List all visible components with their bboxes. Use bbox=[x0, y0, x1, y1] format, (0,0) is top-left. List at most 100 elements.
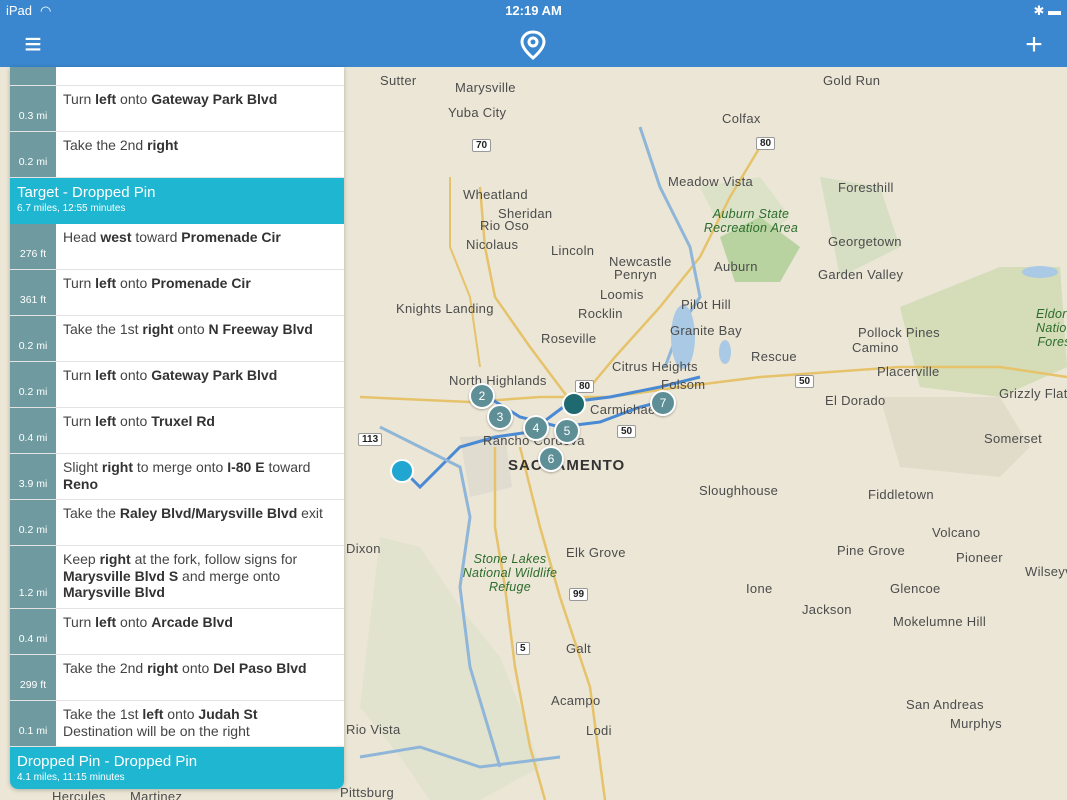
step-instruction: Turn left onto Gateway Park Blvd bbox=[56, 362, 277, 407]
direction-step[interactable]: 0.4 mi Turn left onto Truxel Rd bbox=[10, 408, 344, 454]
instruction-keyword: right bbox=[142, 321, 174, 337]
place-label: Pilot Hill bbox=[681, 297, 731, 312]
instruction-keyword: left bbox=[95, 614, 117, 630]
step-instruction: Take the 2nd right onto Del Paso Blvd bbox=[56, 655, 307, 700]
instruction-text: Take the 1st bbox=[63, 321, 143, 337]
step-distance: 0.4 mi bbox=[10, 408, 56, 453]
route-section-header[interactable]: Dropped Pin - Dropped Pin 4.1 miles, 11:… bbox=[10, 747, 344, 789]
place-label: Camino bbox=[852, 340, 899, 355]
directions-panel[interactable]: 0.3 mi Turn left onto Gateway Park Blvd 0.… bbox=[10, 67, 344, 789]
direction-step[interactable]: 361 ft Turn left onto Promenade Cir bbox=[10, 270, 344, 316]
instruction-text: Take the 2nd bbox=[63, 660, 148, 676]
place-label: Meadow Vista bbox=[668, 174, 754, 189]
direction-step[interactable]: 0.2 mi Take the 2nd right bbox=[10, 132, 344, 178]
highway-shield: 70 bbox=[472, 139, 492, 152]
step-instruction: Head west toward Promenade Cir bbox=[56, 224, 281, 269]
map-pin-logo-icon[interactable] bbox=[516, 28, 550, 62]
instruction-keyword: Gateway Park Blvd bbox=[151, 91, 278, 107]
instruction-keyword: left bbox=[95, 91, 117, 107]
route-stop-marker[interactable]: 6 bbox=[538, 446, 564, 472]
instruction-keyword: right bbox=[147, 660, 179, 676]
route-stop-marker[interactable]: 7 bbox=[650, 390, 676, 416]
instruction-keyword: Truxel Rd bbox=[151, 413, 215, 429]
instruction-keyword: right bbox=[147, 137, 179, 153]
direction-step[interactable]: 0.1 mi Take the 1st left onto Judah St Des… bbox=[10, 701, 344, 747]
direction-step[interactable]: 0.2 mi Take the 1st right onto N Freeway … bbox=[10, 316, 344, 362]
instruction-text: Turn bbox=[63, 614, 96, 630]
instruction-text: onto bbox=[116, 367, 152, 383]
direction-step[interactable]: 0.2 mi Take the Raley Blvd/Marysville Blv… bbox=[10, 500, 344, 546]
step-instruction: Slight right to merge onto I-80 E toward… bbox=[56, 454, 344, 499]
step-instruction: Keep right at the fork, follow signs for… bbox=[56, 546, 344, 608]
instruction-keyword: left bbox=[142, 706, 164, 722]
direction-step[interactable]: 0.4 mi Turn left onto Arcade Blvd bbox=[10, 609, 344, 655]
place-label: Rescue bbox=[751, 349, 797, 364]
step-instruction: Take the 2nd right bbox=[56, 132, 178, 177]
place-label: Carmichael bbox=[590, 402, 659, 417]
place-label: Gold Run bbox=[823, 73, 881, 88]
park-label: Stone Lakes National Wildlife Refuge bbox=[462, 552, 558, 594]
instruction-text: Head bbox=[63, 229, 101, 245]
plus-icon[interactable]: + bbox=[1017, 28, 1051, 62]
instruction-keyword: Del Paso Blvd bbox=[213, 660, 307, 676]
step-instruction: Turn left onto Arcade Blvd bbox=[56, 609, 233, 654]
route-stop-marker[interactable]: 3 bbox=[487, 404, 513, 430]
step-distance: 1.2 mi bbox=[10, 546, 56, 608]
instruction-text: Turn bbox=[63, 275, 96, 291]
place-label: Elk Grove bbox=[566, 545, 626, 560]
section-subtitle: 4.1 miles, 11:15 minutes bbox=[17, 772, 125, 783]
place-label: Garden Valley bbox=[818, 267, 904, 282]
place-label: San Andreas bbox=[906, 697, 984, 712]
route-stop-marker[interactable]: 4 bbox=[523, 415, 549, 441]
place-label: Yuba City bbox=[448, 105, 507, 120]
step-distance: 299 ft bbox=[10, 655, 56, 700]
menu-icon[interactable]: ≡ bbox=[16, 28, 50, 62]
step-distance: 276 ft bbox=[10, 224, 56, 269]
place-label: Auburn bbox=[714, 259, 758, 274]
instruction-text: onto bbox=[163, 706, 199, 722]
direction-step[interactable]: 299 ft Take the 2nd right onto Del Paso B… bbox=[10, 655, 344, 701]
place-label: Acampo bbox=[551, 693, 601, 708]
route-stop-marker[interactable]: 5 bbox=[554, 418, 580, 444]
instruction-text: Turn bbox=[63, 413, 96, 429]
place-label: Sloughhouse bbox=[699, 483, 779, 498]
direction-step[interactable]: 0.2 mi Turn left onto Gateway Park Blvd bbox=[10, 362, 344, 408]
direction-step[interactable]: 1.2 mi Keep right at the fork, follow sig… bbox=[10, 546, 344, 609]
instruction-keyword: Marysville Blvd S bbox=[63, 567, 179, 584]
direction-step[interactable]: 276 ft Head west toward Promenade Cir bbox=[10, 224, 344, 270]
status-time: 12:19 AM bbox=[505, 3, 562, 18]
place-label: Dixon bbox=[346, 541, 381, 556]
place-label: Rio Oso bbox=[480, 218, 530, 233]
instruction-text: onto bbox=[116, 614, 152, 630]
section-title: Target - Dropped Pin bbox=[17, 184, 156, 201]
instruction-text: onto bbox=[116, 91, 152, 107]
place-label: Pine Grove bbox=[837, 543, 906, 558]
partial-step bbox=[10, 67, 344, 86]
status-bar: iPad ◠ 12:19 AM ✱ ▬ bbox=[0, 0, 1067, 22]
section-subtitle: 6.7 miles, 12:55 minutes bbox=[17, 203, 126, 214]
instruction-text: Keep bbox=[63, 551, 100, 567]
place-label: Murphys bbox=[950, 716, 1002, 731]
direction-step[interactable]: 0.3 mi Turn left onto Gateway Park Blvd bbox=[10, 86, 344, 132]
route-stop-marker[interactable]: 2 bbox=[469, 383, 495, 409]
place-label: Galt bbox=[566, 641, 592, 656]
instruction-keyword: Judah St bbox=[198, 706, 258, 722]
instruction-text: onto bbox=[116, 275, 152, 291]
instruction-keyword: N Freeway Blvd bbox=[208, 321, 313, 337]
instruction-text: onto bbox=[173, 321, 209, 337]
instruction-keyword: Arcade Blvd bbox=[151, 614, 233, 630]
route-section-header[interactable]: Target - Dropped Pin 6.7 miles, 12:55 mi… bbox=[10, 178, 344, 224]
step-distance: 0.2 mi bbox=[10, 500, 56, 545]
instruction-text: Slight bbox=[63, 459, 102, 475]
place-label: Fiddletown bbox=[868, 487, 934, 502]
park-label: Eldorado National Forest bbox=[1036, 307, 1067, 349]
instruction-text: toward bbox=[264, 459, 311, 475]
start-pin[interactable] bbox=[390, 459, 414, 483]
target-pin[interactable] bbox=[562, 392, 586, 416]
direction-step[interactable]: 3.9 mi Slight right to merge onto I-80 E … bbox=[10, 454, 344, 500]
place-label: Rio Vista bbox=[346, 722, 401, 737]
place-label: Ione bbox=[746, 581, 773, 596]
step-instruction: Take the 1st right onto N Freeway Blvd bbox=[56, 316, 313, 361]
place-label: Citrus Heights bbox=[612, 359, 698, 374]
step-instruction: Take the 1st left onto Judah St Destinati… bbox=[56, 701, 258, 746]
